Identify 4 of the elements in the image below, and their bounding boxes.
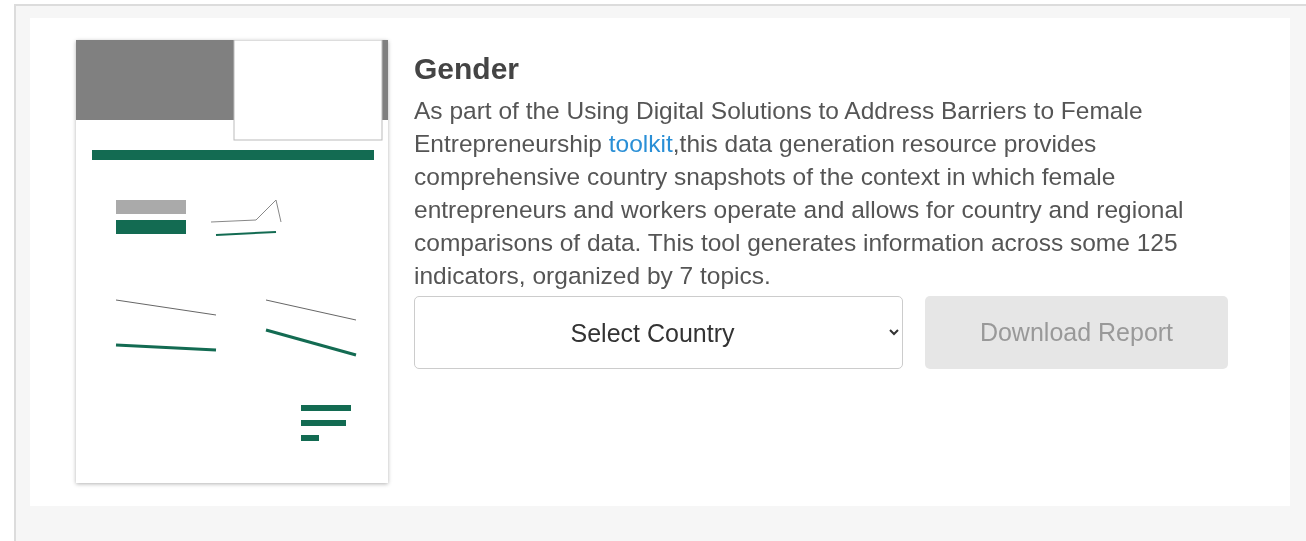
description-text: As part of the Using Digital Solutions to Address Barriers to Female Entrepreneurship toolkit,this data generation resource provides comprehensive country snapshots of the context in which female entrepreneurs and workers operate and allows for country and regional comparisons of data. This tool generates information across some 125 indicators, organized by 7 topics.: [414, 96, 1185, 291]
section-title: Gender: [414, 52, 521, 86]
toolkit-link[interactable]: toolkit: [608, 130, 673, 157]
country-select[interactable]: Select Country: [414, 296, 903, 369]
